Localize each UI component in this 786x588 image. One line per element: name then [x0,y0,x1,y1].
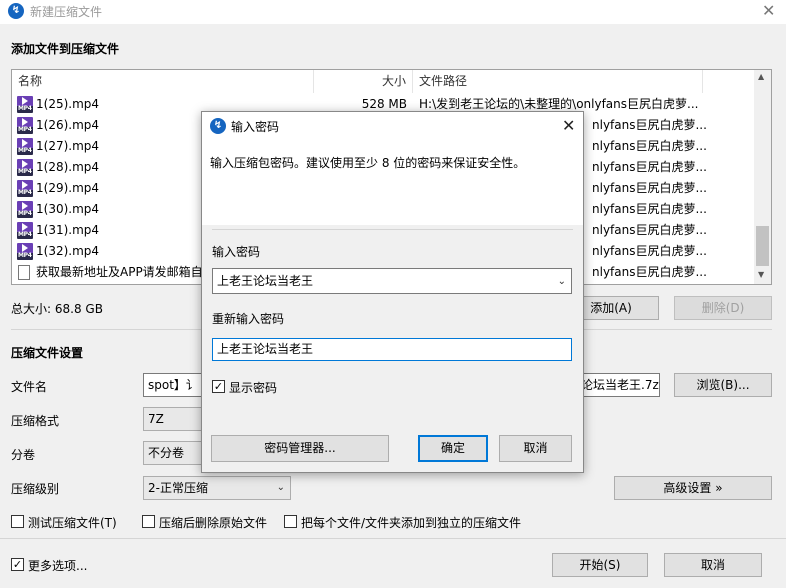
column-header-name[interactable]: 名称 [12,70,314,93]
video-file-icon [17,159,33,176]
video-file-icon [17,222,33,239]
video-file-icon [17,201,33,218]
dialog-close-icon[interactable]: ✕ [562,116,575,135]
chevron-down-icon: ⌄ [276,482,285,493]
file-path: nlyfans巨尻白虎萝... [592,223,707,237]
password-manager-button[interactable]: 密码管理器... [211,435,389,462]
test-archive-checkbox[interactable] [11,515,24,528]
password-value: 上老王论坛当老王 [217,274,314,288]
dialog-app-icon: ↯ [210,118,226,134]
test-archive-label[interactable]: 测试压缩文件(T) [28,514,117,531]
show-password-label[interactable]: 显示密码 [229,379,277,396]
scrollbar-thumb[interactable] [756,226,769,266]
window-title: 新建压缩文件 [30,5,103,19]
file-path: nlyfans巨尻白虎萝... [592,118,707,132]
password-dialog: ↯ 输入密码 ✕ 输入压缩包密码。建议使用至少 8 位的密码来保证安全性。 输入… [201,111,584,473]
level-label: 压缩级别 [11,482,60,496]
cancel-button[interactable]: 取消 [664,553,762,577]
more-options-checkbox[interactable]: ✓ [11,558,24,571]
format-label: 压缩格式 [11,414,60,428]
filename-field[interactable]: spot】讠 [143,373,203,397]
ok-button[interactable]: 确定 [418,435,488,462]
delete-button[interactable]: 删除(D) [674,296,772,320]
video-file-icon [17,96,33,113]
password-field[interactable]: 上老王论坛当老王 ⌄ [212,268,572,294]
settings-section-title: 压缩文件设置 [11,346,84,360]
password-label: 输入密码 [212,245,261,259]
level-select-value: 2-正常压缩 [148,481,208,495]
delete-after-label[interactable]: 压缩后删除原始文件 [159,514,267,531]
divider [212,229,573,230]
window-titlebar: ↯ 新建压缩文件 ✕ [0,0,786,24]
dialog-title: 输入密码 [231,120,280,134]
confirm-password-field[interactable]: 上老王论坛当老王 [212,338,572,361]
add-section-title: 添加文件到压缩文件 [11,42,120,56]
text-file-icon [18,265,30,280]
video-file-icon [17,117,33,134]
file-path: nlyfans巨尻白虎萝... [592,202,707,216]
divider [0,538,786,539]
format-select[interactable]: 7Z [143,407,203,431]
split-select[interactable]: 不分卷 [143,441,203,465]
file-path: nlyfans巨尻白虎萝... [592,244,707,258]
video-file-icon [17,243,33,260]
total-size: 总大小: 68.8 GB [11,302,103,316]
file-path: nlyfans巨尻白虎萝... [592,265,707,279]
dialog-titlebar: ↯ 输入密码 ✕ [202,112,583,140]
filename-label: 文件名 [11,380,48,394]
advanced-settings-button[interactable]: 高级设置 » [614,476,772,500]
separate-archives-checkbox[interactable] [284,515,297,528]
dialog-description-area: 输入压缩包密码。建议使用至少 8 位的密码来保证安全性。 [202,140,583,225]
video-file-icon [17,180,33,197]
video-file-icon [17,138,33,155]
chevron-down-icon[interactable]: ⌄ [558,270,566,293]
file-list-scrollbar[interactable]: ▲ ▼ [754,70,771,284]
split-label: 分卷 [11,448,36,462]
app-icon: ↯ [8,3,24,19]
column-header-path[interactable]: 文件路径 [413,70,703,93]
delete-after-checkbox[interactable] [142,515,155,528]
start-button[interactable]: 开始(S) [552,553,648,577]
browse-button[interactable]: 浏览(B)... [674,373,772,397]
separate-archives-label[interactable]: 把每个文件/文件夹添加到独立的压缩文件 [301,514,521,531]
column-header-size[interactable]: 大小 [314,70,413,93]
show-password-checkbox[interactable]: ✓ [212,380,225,393]
filename-field-tail[interactable]: 论坛当老王.7z [580,373,660,397]
more-options-label[interactable]: 更多选项... [28,557,87,574]
dialog-description: 输入压缩包密码。建议使用至少 8 位的密码来保证安全性。 [210,156,526,170]
level-select[interactable]: 2-正常压缩 ⌄ [143,476,291,500]
file-path: nlyfans巨尻白虎萝... [592,139,707,153]
scroll-down-icon[interactable]: ▼ [758,270,764,279]
file-path: nlyfans巨尻白虎萝... [592,160,707,174]
confirm-password-label: 重新输入密码 [212,312,285,326]
file-path: nlyfans巨尻白虎萝... [592,181,707,195]
scroll-up-icon[interactable]: ▲ [758,72,764,81]
close-icon[interactable]: ✕ [762,1,775,20]
dialog-cancel-button[interactable]: 取消 [499,435,572,462]
